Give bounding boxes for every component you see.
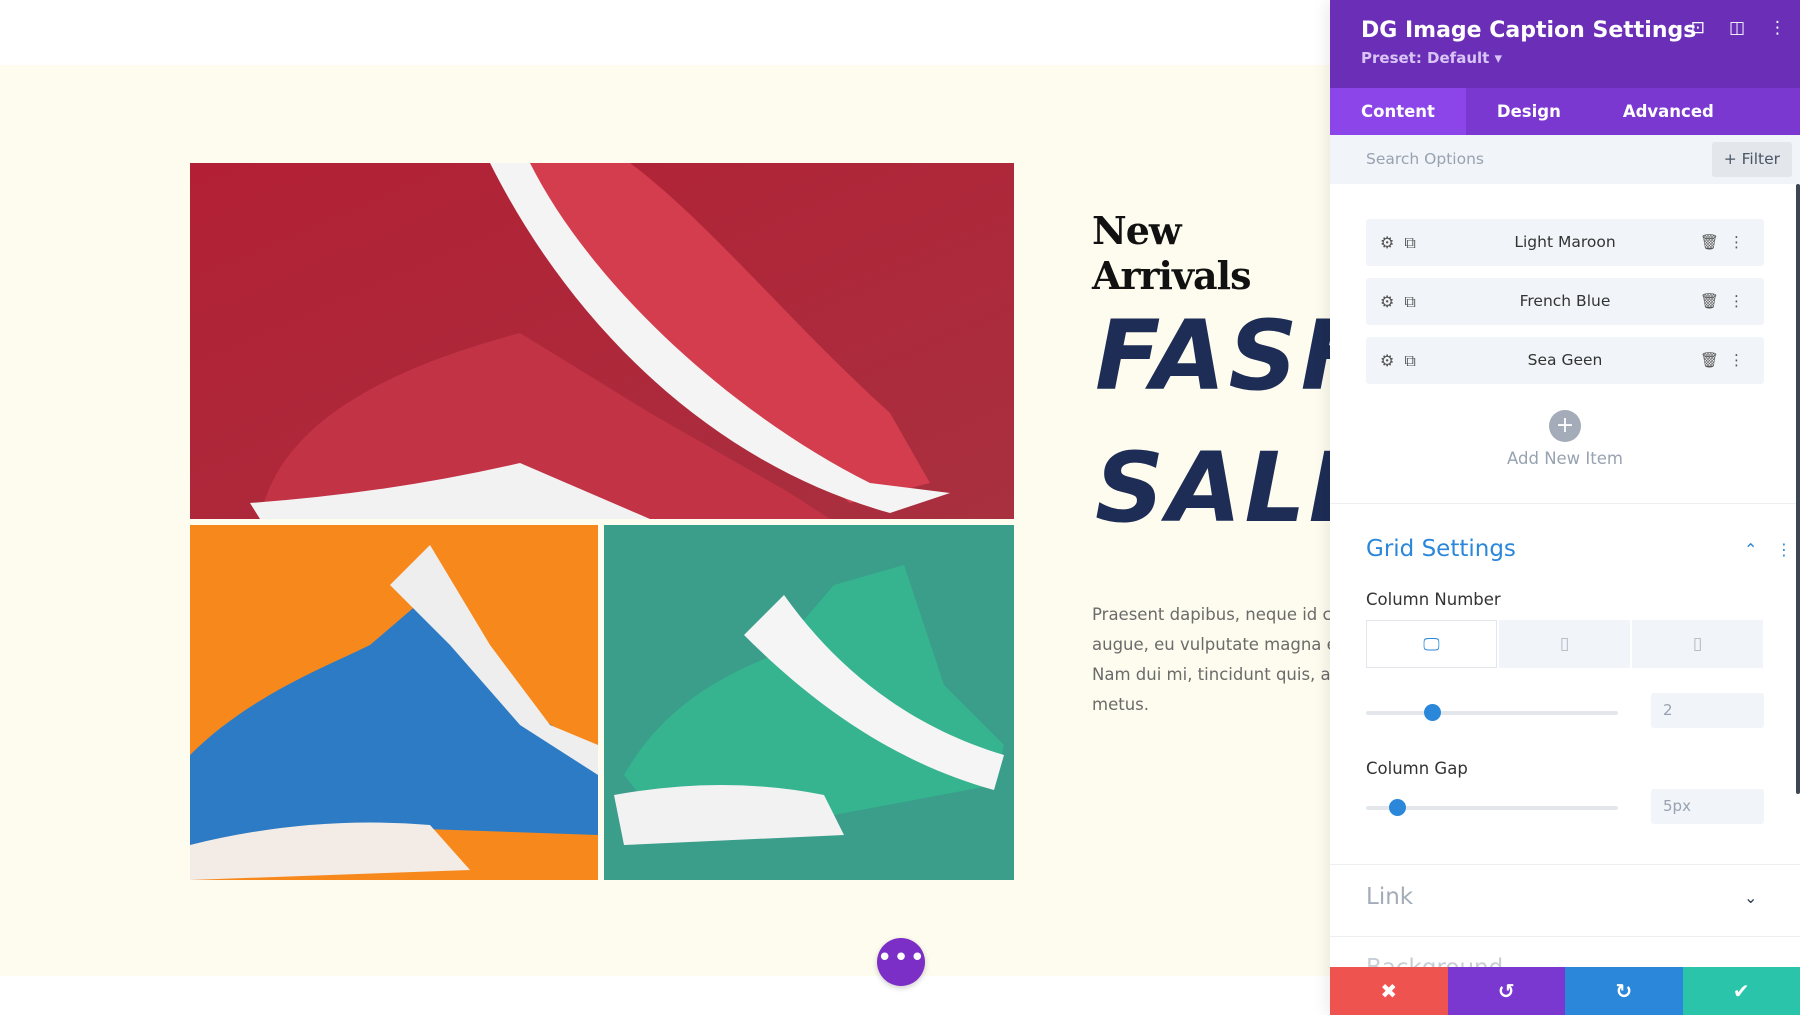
- save-button[interactable]: ✔: [1682, 967, 1800, 1015]
- chevron-down-icon[interactable]: ⌄: [1744, 888, 1757, 907]
- list-item[interactable]: ⚙⧉ Sea Geen 🗑⋮: [1366, 337, 1764, 384]
- tablet-device-tab[interactable]: ▯: [1499, 620, 1630, 668]
- panel-tabs: Content Design Advanced: [1330, 88, 1800, 135]
- more-vertical-icon[interactable]: ⋮: [1776, 540, 1792, 559]
- trash-icon[interactable]: 🗑: [1700, 292, 1729, 310]
- link-section-title[interactable]: Link: [1366, 884, 1413, 910]
- add-item-button[interactable]: +: [1549, 410, 1581, 442]
- plus-icon: +: [1555, 413, 1575, 438]
- undo-icon: ↺: [1497, 979, 1515, 1003]
- phone-icon: ▯: [1692, 634, 1703, 654]
- close-icon: ✖: [1380, 979, 1398, 1003]
- trash-icon[interactable]: 🗑: [1700, 351, 1729, 369]
- subtitle: New Arrivals: [1092, 208, 1252, 298]
- add-new-item-label[interactable]: Add New Item: [1330, 449, 1800, 468]
- tab-content[interactable]: Content: [1330, 88, 1466, 135]
- more-vertical-icon[interactable]: ⋮: [1729, 292, 1754, 310]
- column-number-input[interactable]: 2: [1651, 693, 1764, 728]
- redo-button[interactable]: ↻: [1565, 967, 1683, 1015]
- more-vertical-icon[interactable]: ⋮: [1769, 18, 1786, 38]
- grid-settings-title[interactable]: Grid Settings: [1366, 536, 1516, 562]
- split-view-icon[interactable]: ◫: [1729, 18, 1745, 38]
- search-options-input[interactable]: Search Options + Filter: [1330, 135, 1800, 184]
- desktop-device-tab[interactable]: 🖵: [1366, 620, 1497, 668]
- undo-button[interactable]: ↺: [1447, 967, 1565, 1015]
- tablet-icon: ▯: [1559, 634, 1570, 654]
- page-canvas: New Arrivals FASH SALE Praesent dapibus,…: [0, 0, 1381, 1015]
- tab-design[interactable]: Design: [1466, 88, 1592, 135]
- scrollbar[interactable]: [1796, 184, 1800, 794]
- more-vertical-icon[interactable]: ⋮: [1729, 233, 1754, 251]
- column-number-slider[interactable]: [1366, 704, 1618, 721]
- slider-handle[interactable]: [1389, 799, 1406, 816]
- column-number-label: Column Number: [1366, 590, 1501, 609]
- column-gap-label: Column Gap: [1366, 759, 1468, 778]
- panel-header: DG Image Caption Settings Preset: Defaul…: [1330, 0, 1800, 88]
- column-gap-slider[interactable]: [1366, 799, 1618, 816]
- image-green-sneakers[interactable]: [604, 525, 1014, 880]
- check-icon: ✔: [1732, 979, 1750, 1003]
- preset-dropdown[interactable]: Preset: Default ▾: [1361, 49, 1800, 67]
- action-bar: ✖ ↺ ↻ ✔: [1330, 967, 1800, 1015]
- trash-icon[interactable]: 🗑: [1700, 233, 1729, 251]
- cancel-button[interactable]: ✖: [1330, 967, 1448, 1015]
- redo-icon: ↻: [1615, 979, 1633, 1003]
- more-vertical-icon[interactable]: ⋮: [1729, 351, 1754, 369]
- settings-panel: DG Image Caption Settings Preset: Defaul…: [1330, 0, 1800, 1015]
- divider: [1330, 503, 1800, 504]
- list-item[interactable]: ⚙⧉ French Blue 🗑⋮: [1366, 278, 1764, 325]
- chevron-up-icon[interactable]: ⌃: [1744, 540, 1757, 559]
- desktop-icon: 🖵: [1423, 635, 1440, 655]
- phone-device-tab[interactable]: ▯: [1632, 620, 1763, 668]
- column-gap-input[interactable]: 5px: [1651, 789, 1764, 824]
- image-blue-sneakers[interactable]: [190, 525, 598, 880]
- divider: [1330, 936, 1800, 937]
- divider: [1330, 864, 1800, 865]
- image-red-sneakers[interactable]: [190, 163, 1014, 519]
- more-options-button[interactable]: •••: [877, 938, 925, 986]
- list-item[interactable]: ⚙⧉ Light Maroon 🗑⋮: [1366, 219, 1764, 266]
- tab-advanced[interactable]: Advanced: [1592, 88, 1745, 135]
- focus-icon[interactable]: ⊡: [1691, 18, 1705, 38]
- filter-button[interactable]: + Filter: [1711, 142, 1792, 177]
- slider-handle[interactable]: [1424, 704, 1441, 721]
- search-placeholder: Search Options: [1366, 150, 1484, 168]
